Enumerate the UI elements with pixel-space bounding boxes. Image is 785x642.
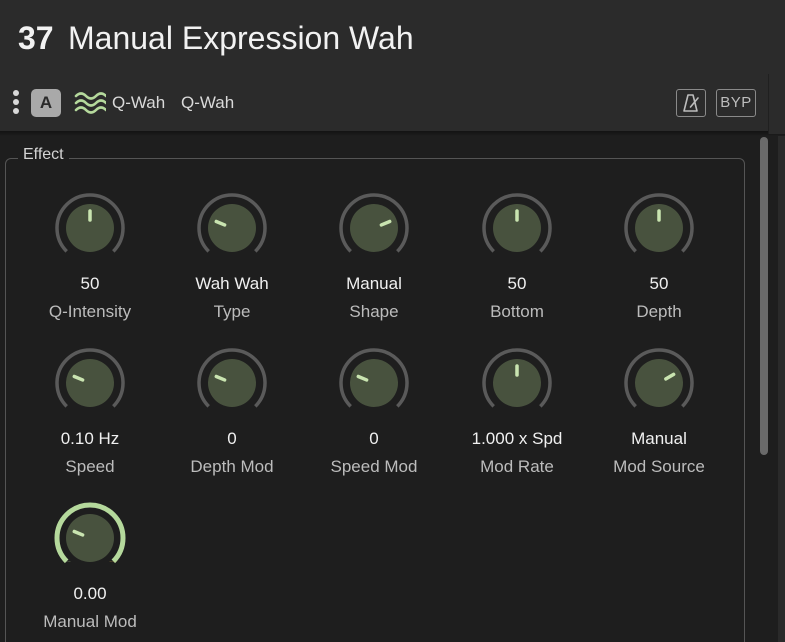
- knob-face: [350, 204, 398, 252]
- bypass-button[interactable]: BYP: [716, 89, 756, 117]
- knob-label: Q-Intensity: [48, 302, 132, 321]
- knob-label: Mod Source: [613, 457, 705, 476]
- knob-label: Bottom: [490, 302, 544, 321]
- knob-dial-icon: [482, 193, 552, 253]
- knob-bottom[interactable]: 50 Bottom: [447, 191, 587, 331]
- wah-wave-icon: [74, 92, 106, 114]
- knob-shape[interactable]: Manual Shape: [304, 191, 444, 331]
- model-category-label: Q-Wah: [112, 93, 166, 112]
- knob-value: 50: [507, 274, 527, 293]
- knob-value: 1.000 x Spd: [471, 429, 563, 448]
- knob-dial-icon: [197, 348, 267, 408]
- metronome-icon: [683, 94, 699, 112]
- knob-label: Speed: [65, 457, 115, 476]
- kebab-menu-icon[interactable]: [10, 90, 22, 116]
- knob-q-intensity[interactable]: 50 Q-Intensity: [20, 191, 160, 331]
- toolbar-edge: [768, 74, 785, 134]
- knob-value: 50: [80, 274, 100, 293]
- knob-face: [635, 359, 683, 407]
- knob-speed[interactable]: 0.10 Hz Speed: [20, 346, 160, 486]
- knob-label: Speed Mod: [330, 457, 418, 476]
- right-panel-edge: [778, 136, 785, 642]
- knob-face: [208, 204, 256, 252]
- model-name-label[interactable]: Q-Wah: [181, 93, 234, 113]
- knob-depth[interactable]: 50 Depth: [589, 191, 729, 331]
- knob-label: Depth Mod: [190, 457, 274, 476]
- knob-speed-mod[interactable]: 0 Speed Mod: [304, 346, 444, 486]
- knob-dial-icon: [55, 193, 125, 253]
- knob-dial-icon: [197, 193, 267, 253]
- knob-manual-mod[interactable]: 0.00 Manual Mod: [20, 501, 160, 641]
- knob-type[interactable]: Wah Wah Type: [162, 191, 302, 331]
- knob-value: 0.10 Hz: [60, 429, 120, 448]
- knob-value: 50: [649, 274, 669, 293]
- slot-number: 37: [18, 20, 54, 56]
- knob-label: Mod Rate: [480, 457, 554, 476]
- knob-face: [66, 359, 114, 407]
- knob-dial-icon: [339, 348, 409, 408]
- knob-dial-icon: [55, 348, 125, 408]
- effect-group-label: Effect: [18, 146, 69, 164]
- knob-value: 0: [227, 429, 237, 448]
- knob-dial-icon: [482, 348, 552, 408]
- knob-label: Depth: [636, 302, 682, 321]
- slot-letter-badge[interactable]: A: [31, 89, 61, 117]
- knob-dial-icon: [54, 502, 126, 564]
- toolbar-shadow: [0, 132, 785, 136]
- knob-depth-mod[interactable]: 0 Depth Mod: [162, 346, 302, 486]
- knob-label: Shape: [349, 302, 399, 321]
- knob-value: 0: [369, 429, 379, 448]
- knob-label: Type: [213, 302, 251, 321]
- knob-mod-rate[interactable]: 1.000 x Spd Mod Rate: [447, 346, 587, 486]
- knob-value: Wah Wah: [195, 274, 269, 293]
- knob-dial-icon: [624, 348, 694, 408]
- knob-value: 0.00: [73, 584, 107, 603]
- knob-value: Manual: [631, 429, 687, 448]
- effect-title: Manual Expression Wah: [68, 20, 414, 56]
- knob-dial-icon: [624, 193, 694, 253]
- knob-face: [350, 359, 398, 407]
- knob-label: Manual Mod: [43, 612, 137, 631]
- metronome-button[interactable]: [676, 89, 706, 117]
- knob-face: [208, 359, 256, 407]
- knob-value: Manual: [346, 274, 402, 293]
- knob-mod-source[interactable]: Manual Mod Source: [589, 346, 729, 486]
- knob-dial-icon: [339, 193, 409, 253]
- scrollbar-thumb[interactable]: [760, 137, 768, 455]
- title-bar: 37 Manual Expression Wah: [0, 0, 785, 80]
- knob-face: [66, 514, 114, 562]
